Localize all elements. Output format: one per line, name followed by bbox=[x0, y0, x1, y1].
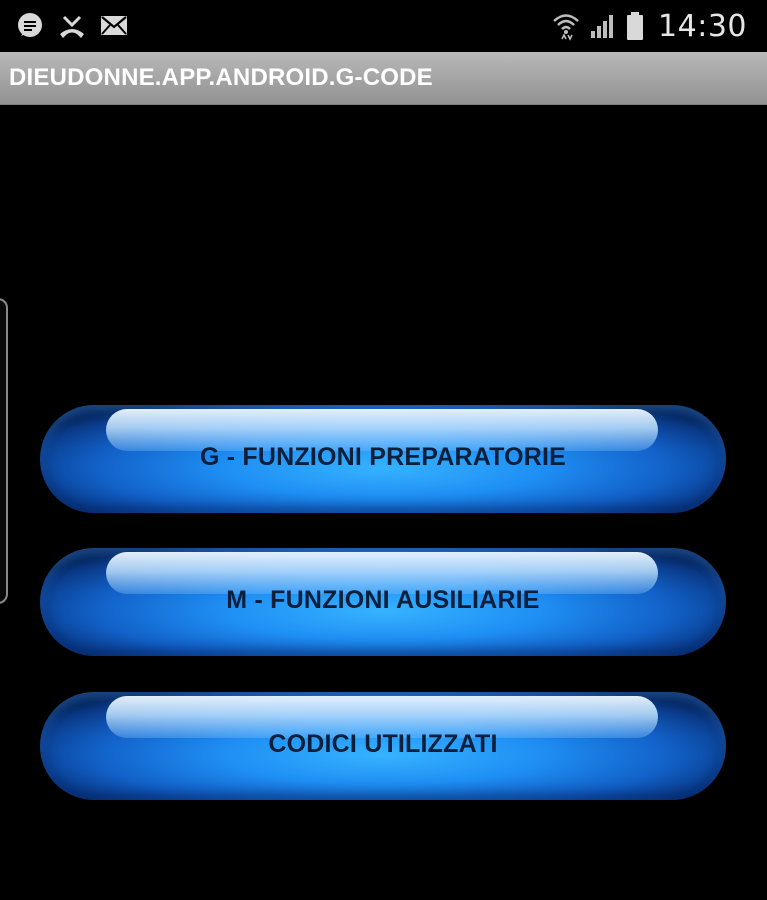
mail-icon bbox=[100, 14, 128, 38]
app-title: DIEUDONNE.APP.ANDROID.G-CODE bbox=[9, 64, 433, 91]
side-drawer-handle[interactable] bbox=[0, 298, 8, 604]
g-functions-button[interactable]: G - FUNZIONI PREPARATORIE bbox=[40, 405, 726, 513]
button-label: CODICI UTILIZZATI bbox=[268, 730, 498, 758]
button-label: G - FUNZIONI PREPARATORIE bbox=[199, 443, 567, 471]
title-bar: DIEUDONNE.APP.ANDROID.G-CODE bbox=[0, 52, 767, 105]
m-functions-button[interactable]: M - FUNZIONI AUSILIARIE bbox=[40, 548, 726, 656]
system-status: 14:30 bbox=[552, 8, 747, 44]
message-bubble-icon bbox=[16, 12, 44, 40]
codes-used-button[interactable]: CODICI UTILIZZATI bbox=[40, 692, 726, 800]
status-time: 14:30 bbox=[658, 8, 747, 44]
button-label: M - FUNZIONI AUSILIARIE bbox=[226, 586, 540, 614]
status-bar: 14:30 bbox=[0, 0, 767, 52]
signal-icon bbox=[590, 13, 616, 39]
app-screen: 14:30 DIEUDONNE.APP.ANDROID.G-CODE G - F… bbox=[0, 0, 767, 900]
battery-icon bbox=[626, 11, 644, 41]
wifi-icon bbox=[552, 11, 580, 41]
notification-icons bbox=[16, 10, 128, 42]
missed-call-icon bbox=[58, 12, 86, 40]
